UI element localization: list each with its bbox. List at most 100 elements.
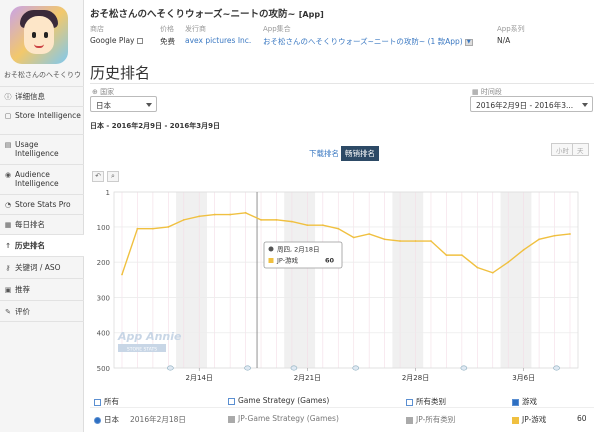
meta-price-value: 免费 bbox=[160, 37, 175, 46]
radio-selected[interactable] bbox=[94, 416, 101, 424]
globe-icon: ⊕ bbox=[92, 88, 98, 96]
data-point bbox=[414, 240, 417, 242]
y-tick-label: 100 bbox=[97, 224, 110, 232]
checkbox-checked[interactable] bbox=[512, 398, 519, 406]
date-range-text: 日本 - 2016年2月9日 - 2016年3月9日 bbox=[90, 122, 221, 130]
data-point bbox=[121, 273, 123, 276]
data-point bbox=[352, 236, 355, 239]
legend-header-row: 所有 Game Strategy (Games) 所有类别 游戏 bbox=[90, 394, 594, 408]
period-select[interactable]: 2016年2月9日 - 2016年3... bbox=[470, 96, 593, 112]
bundle-text[interactable]: おそ松さんのへそくりウォーズ~ニートの攻防~ (1 款App) bbox=[263, 37, 463, 46]
data-point bbox=[368, 233, 371, 235]
legend-all-category-row: JP-所有类别 bbox=[406, 414, 455, 425]
data-point bbox=[213, 213, 216, 216]
data-point bbox=[198, 215, 201, 218]
legend-value-row: 日本 2016年2月18日 JP-Game Strategy (Games) J… bbox=[90, 412, 594, 426]
sidebar-item-recommend[interactable]: ▣ 推荐 bbox=[0, 278, 84, 300]
key-icon: ⚷ bbox=[5, 264, 11, 272]
legend-games[interactable]: 游戏 bbox=[512, 396, 537, 407]
reset-zoom-button[interactable]: ↶ bbox=[92, 171, 104, 182]
app-title: おそ松さんのへそくりウォーズ~ニートの攻防~ [App] bbox=[90, 6, 324, 20]
data-point bbox=[321, 224, 324, 227]
checkbox[interactable] bbox=[406, 398, 413, 406]
external-link-icon[interactable] bbox=[137, 38, 144, 44]
data-point bbox=[476, 266, 479, 269]
data-point bbox=[491, 271, 494, 274]
meta-series-label: App系列 bbox=[497, 25, 525, 33]
event-marker bbox=[352, 365, 360, 371]
data-point bbox=[306, 224, 309, 227]
sidebar-item-audience-intelligence[interactable]: ◉ Audience Intelligence bbox=[0, 164, 84, 194]
data-point bbox=[260, 218, 262, 221]
tab-download-rank[interactable]: 下载排名 bbox=[305, 146, 343, 161]
y-tick-label: 500 bbox=[97, 365, 110, 373]
meta-price: 价格 免费 bbox=[160, 24, 175, 47]
meta-price-label: 价格 bbox=[160, 25, 174, 33]
checkbox[interactable] bbox=[94, 398, 101, 406]
sidebar-item-details[interactable]: ⓘ 详细信息 bbox=[0, 86, 84, 106]
sidebar-item-store-intelligence[interactable]: ▢ Store Intelligence bbox=[0, 106, 84, 134]
rank-chart[interactable]: 1 100 200 300 400 500 2月14日 2月21日 2月28日 3月6日 App A… bbox=[88, 182, 596, 388]
undo-icon: ↶ bbox=[95, 172, 101, 180]
data-point bbox=[291, 220, 293, 223]
usage-icon: ▤ bbox=[4, 141, 12, 149]
chevron-down-icon[interactable]: ▼ bbox=[464, 38, 473, 46]
sidebar-item-history-rank[interactable]: ↑ 历史排名 bbox=[0, 234, 84, 256]
data-point bbox=[244, 211, 247, 214]
store-link[interactable]: Google Play bbox=[90, 36, 134, 45]
tooltip-series: JP-游戏 bbox=[276, 256, 299, 265]
meta-bundle: App集合 おそ松さんのへそくりウォーズ~ニートの攻防~ (1 款App) ▼ bbox=[263, 24, 473, 47]
calendar-icon: ▦ bbox=[4, 221, 12, 229]
legend-country-radio[interactable]: 日本 bbox=[94, 414, 119, 425]
tooltip-date: 周四, 2月18日 bbox=[277, 246, 320, 254]
data-point bbox=[229, 213, 232, 216]
app-title-text: おそ松さんのへそくりウォーズ~ニートの攻防~ bbox=[90, 9, 296, 20]
tab-grossing-rank[interactable]: 畅销排名 bbox=[341, 146, 379, 161]
legend-all-category[interactable]: 所有类别 bbox=[406, 396, 446, 407]
stats-icon: ◔ bbox=[4, 201, 12, 209]
bundle-link[interactable]: おそ松さんのへそくりウォーズ~ニートの攻防~ (1 款App) ▼ bbox=[263, 36, 473, 47]
hour-toggle[interactable]: 小时 bbox=[551, 143, 574, 156]
zoom-icon: ⌕ bbox=[111, 172, 115, 180]
data-point bbox=[430, 240, 432, 242]
sidebar-item-keywords-aso[interactable]: ⚷ 关键词 / ASO bbox=[0, 256, 84, 278]
period-select-value: 2016年2月9日 - 2016年3... bbox=[476, 101, 574, 110]
chevron-down-icon bbox=[582, 103, 588, 107]
data-point bbox=[383, 238, 386, 241]
meta-publisher-label: 发行商 bbox=[185, 25, 206, 33]
sidebar: おそ松さんのへそくりウォーズ ⓘ详细信息 ▢Store Intelligence… bbox=[0, 0, 84, 432]
data-point bbox=[136, 227, 139, 230]
data-point bbox=[399, 240, 401, 242]
data-point bbox=[569, 233, 571, 235]
sidebar-item-store-stats-pro[interactable]: ◔ Store Stats Pro bbox=[0, 194, 84, 214]
x-tick-label: 2月28日 bbox=[402, 374, 429, 382]
legend-strategy[interactable]: Game Strategy (Games) bbox=[228, 396, 329, 405]
day-toggle[interactable]: 天 bbox=[572, 143, 589, 156]
meta-store-value[interactable]: Google Play bbox=[90, 36, 144, 45]
recommend-icon: ▣ bbox=[4, 286, 12, 294]
globe-icon bbox=[268, 246, 274, 252]
watermark-sub: STORE STATS bbox=[127, 347, 157, 353]
data-point bbox=[507, 261, 510, 264]
y-tick-label: 400 bbox=[97, 330, 110, 338]
data-point bbox=[460, 254, 463, 257]
app-icon-face bbox=[24, 16, 54, 54]
checkbox[interactable] bbox=[228, 397, 235, 405]
meta-bundle-label: App集合 bbox=[263, 25, 291, 33]
legend-all[interactable]: 所有 bbox=[94, 396, 119, 407]
app-icon-eye bbox=[44, 32, 48, 38]
zoom-button[interactable]: ⌕ bbox=[107, 171, 119, 182]
sidebar-item-reviews[interactable]: ✎ 评价 bbox=[0, 300, 84, 322]
meta-series: App系列 N/A bbox=[497, 24, 525, 45]
data-point bbox=[151, 227, 154, 230]
tooltip: 周四, 2月18日 JP-游戏 60 bbox=[263, 241, 343, 269]
publisher-link[interactable]: avex pictures Inc. bbox=[185, 36, 251, 45]
app-icon bbox=[10, 6, 68, 64]
sidebar-item-usage-intelligence[interactable]: ▤ Usage Intelligence bbox=[0, 134, 84, 164]
sidebar-item-daily-rank[interactable]: ▦ 每日排名 bbox=[0, 214, 84, 234]
x-tick-label: 2月14日 bbox=[186, 374, 213, 382]
data-point bbox=[538, 238, 541, 241]
data-point bbox=[445, 254, 448, 257]
sidebar-app-name: おそ松さんのへそくりウォーズ bbox=[4, 71, 82, 79]
country-select[interactable]: 日本 bbox=[90, 96, 157, 112]
